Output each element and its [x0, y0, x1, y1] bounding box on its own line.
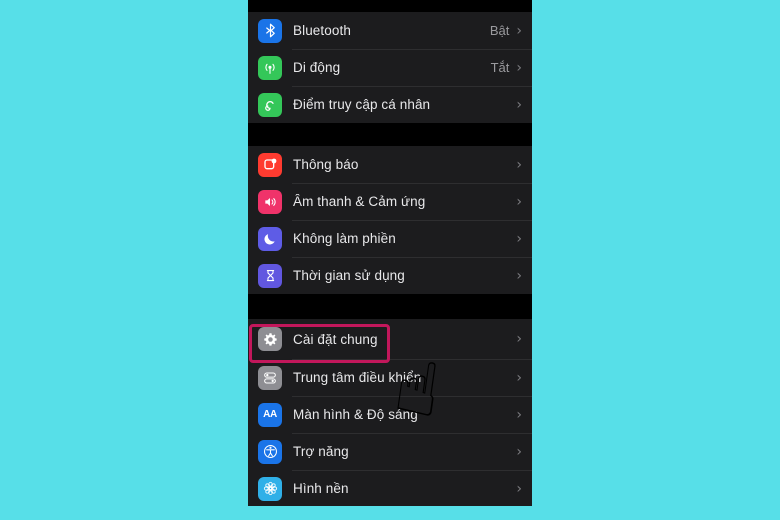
settings-row-value: Bật	[489, 23, 510, 38]
chevron-right-icon: ›	[516, 22, 522, 39]
settings-row-do-not-disturb[interactable]: Không làm phiền ›	[248, 220, 532, 257]
chevron-right-icon: ›	[516, 193, 522, 210]
notifications-icon	[258, 152, 282, 177]
settings-row-label: Thời gian sử dụng	[293, 268, 405, 283]
settings-row-label: Không làm phiền	[293, 231, 396, 246]
settings-row-notifications[interactable]: Thông báo ›	[248, 146, 532, 183]
settings-row-accessibility[interactable]: Trợ năng ›	[248, 433, 532, 470]
group-gap-1	[248, 123, 532, 146]
settings-row-bluetooth[interactable]: Bluetooth Bật ›	[248, 12, 532, 49]
settings-row-cellular[interactable]: Di động Tắt ›	[248, 49, 532, 86]
screen-time-hourglass-icon	[258, 263, 282, 288]
settings-row-label: Âm thanh & Cảm ứng	[293, 194, 426, 209]
settings-row-control-center[interactable]: Trung tâm điều khiển ›	[248, 359, 532, 396]
chevron-right-icon: ›	[516, 331, 522, 347]
settings-row-general[interactable]: Cài đặt chung ›	[248, 319, 532, 359]
settings-group-alerts: Thông báo › Âm thanh & Cảm ứng › Không l…	[248, 146, 532, 294]
chevron-right-icon: ›	[516, 230, 522, 247]
settings-row-personal-hotspot[interactable]: Điểm truy cập cá nhân ›	[248, 86, 532, 123]
settings-row-label: Di động	[293, 60, 341, 75]
settings-row-label: Hình nền	[293, 481, 349, 496]
settings-row-label: Trợ năng	[293, 444, 349, 459]
display-brightness-aa-icon: AA	[258, 402, 282, 427]
settings-row-label: Thông báo	[293, 157, 359, 172]
settings-row-screen-time[interactable]: Thời gian sử dụng ›	[248, 257, 532, 294]
settings-row-sounds-haptics[interactable]: Âm thanh & Cảm ứng ›	[248, 183, 532, 220]
settings-row-label: Điểm truy cập cá nhân	[293, 97, 431, 112]
settings-row-label: Bluetooth	[293, 23, 351, 38]
group-gap-2	[248, 294, 532, 319]
accessibility-icon	[258, 439, 282, 464]
wallpaper-flower-icon	[258, 476, 282, 501]
do-not-disturb-moon-icon	[258, 226, 282, 251]
panel-top-gap	[248, 0, 532, 12]
chevron-right-icon: ›	[516, 59, 522, 76]
bluetooth-icon	[258, 18, 282, 43]
chevron-right-icon: ›	[516, 406, 522, 423]
control-center-toggles-icon	[258, 365, 282, 390]
chevron-right-icon: ›	[516, 443, 522, 460]
sounds-haptics-icon	[258, 189, 282, 214]
chevron-right-icon: ›	[516, 369, 522, 386]
settings-row-wallpaper[interactable]: Hình nền ›	[248, 470, 532, 506]
settings-row-value: Tắt	[490, 60, 510, 75]
chevron-right-icon: ›	[516, 96, 522, 113]
chevron-right-icon: ›	[516, 267, 522, 284]
chevron-right-icon: ›	[516, 480, 522, 497]
personal-hotspot-icon	[258, 92, 282, 117]
phone-settings-panel: Bluetooth Bật › Di động Tắt › Điểm truy …	[248, 0, 532, 506]
general-gear-icon	[258, 327, 282, 351]
settings-group-connectivity: Bluetooth Bật › Di động Tắt › Điểm truy …	[248, 12, 532, 123]
cellular-icon	[258, 55, 282, 80]
settings-group-system: Cài đặt chung › Trung tâm điều khiển › A…	[248, 319, 532, 506]
chevron-right-icon: ›	[516, 156, 522, 173]
